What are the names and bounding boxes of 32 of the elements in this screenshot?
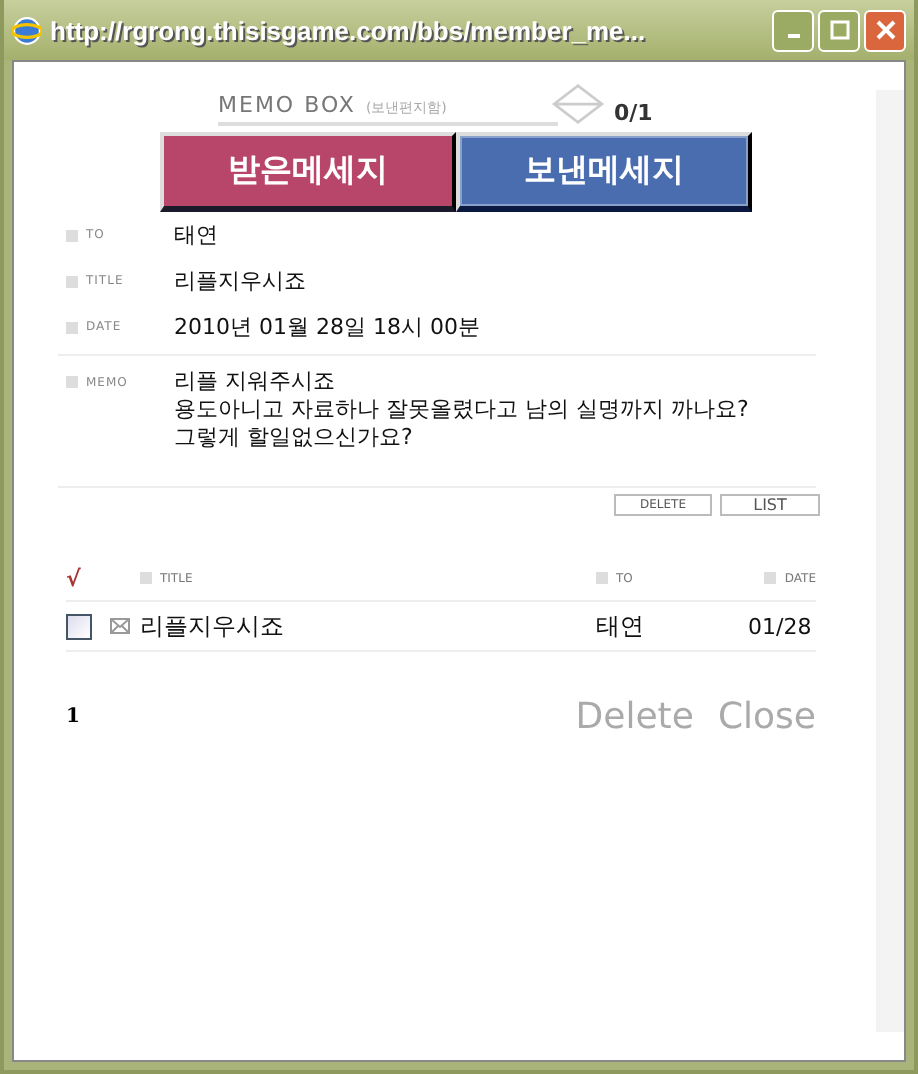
bullet-icon xyxy=(764,572,777,584)
tab[interactable]: 받은메세지 xyxy=(160,132,456,212)
bullet-icon xyxy=(66,376,78,388)
globe-icon xyxy=(12,15,42,45)
minimize-button[interactable] xyxy=(772,9,814,51)
window-title: http://rgrong.thisisgame.com/bbs/member_me... xyxy=(50,15,648,45)
bullet-icon xyxy=(66,321,78,333)
table-cell-text: 태연 xyxy=(596,609,646,643)
close-button[interactable] xyxy=(864,9,906,51)
bullet-icon xyxy=(66,229,78,241)
heading-title: MEMO BOX xyxy=(218,92,356,118)
page-number[interactable]: 1 xyxy=(66,706,80,728)
maximize-icon xyxy=(829,20,849,40)
field-value: 리플지우시죠 xyxy=(174,266,306,296)
message-count: 0/1 xyxy=(614,100,653,126)
column-header: √ xyxy=(66,565,83,591)
action-button[interactable]: LIST xyxy=(720,494,820,516)
memo-text: 리플 지워주시죠 용도아니고 자료하나 잘못올렸다고 남의 실명까지 까나요? 그렇게 할일없으신가요? xyxy=(174,368,749,452)
field-value: 2010년 01월 28일 18시 00분 xyxy=(174,312,480,342)
field-value: 태연 xyxy=(174,220,218,250)
close-icon xyxy=(875,20,895,40)
envelope-icon xyxy=(110,618,130,634)
bullet-icon xyxy=(140,572,152,584)
tab[interactable]: 보낸메세지 xyxy=(456,132,752,212)
envelope-icon xyxy=(550,82,606,126)
table-cell-text: 01/28 xyxy=(748,613,814,639)
maximize-button[interactable] xyxy=(818,9,860,51)
message-title[interactable]: 리플지우시죠 xyxy=(140,609,596,643)
minimize-icon xyxy=(787,34,799,38)
bullet-icon xyxy=(596,572,608,584)
bullet-icon xyxy=(66,275,78,287)
row-checkbox[interactable] xyxy=(66,613,92,639)
